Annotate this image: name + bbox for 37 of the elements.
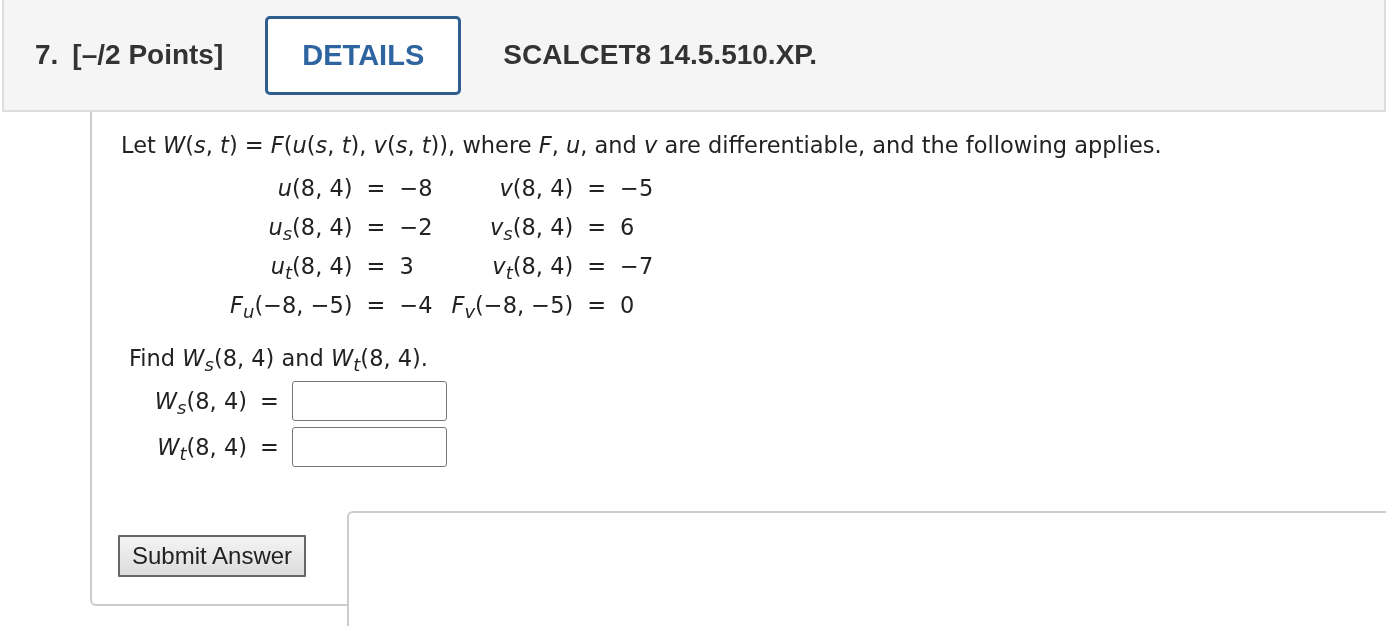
equation-value: −7 (620, 252, 655, 281)
question-text: Find W$_{s}$(8, 4) and W$_{t}$(8, 4). (129, 345, 429, 371)
problem-id: SCALCET8 14.5.510.XP. (503, 39, 818, 71)
equation-lhs: u(8, 4) (276, 174, 353, 203)
equals-sign: = (259, 434, 280, 460)
answer-field[interactable] (292, 381, 447, 421)
details-button[interactable]: DETAILS (265, 15, 462, 95)
equation-value: 3 (399, 252, 415, 281)
equation-value: 0 (620, 291, 636, 320)
problem-statement: Let W(s, t) = F(u(s, t), v(s, t)), where F, u, and v are differentiable, and the following applies. (121, 132, 1163, 158)
question-number: 7. (35, 39, 59, 71)
answer-field[interactable] (292, 427, 447, 467)
equation-lhs: v$_{s}$(8, 4) (489, 213, 574, 245)
equation-lhs: u$_{t}$(8, 4) (269, 252, 353, 284)
equals-sign: = (259, 388, 280, 414)
equals-sign: = (365, 213, 387, 242)
equation-lhs: v$_{t}$(8, 4) (491, 252, 574, 284)
equation-value: 6 (620, 213, 636, 242)
submit-answer-button[interactable]: Submit Answer (118, 535, 307, 577)
equation-value: −8 (399, 174, 434, 203)
equation-value: −5 (620, 174, 655, 203)
points-label: [–/2 Points] (72, 39, 224, 71)
equation-lhs: u$_{s}$(8, 4) (267, 213, 353, 245)
equals-sign: = (586, 291, 608, 320)
equals-sign: = (586, 252, 608, 281)
equation-lhs: F$_{v}$(−8, −5) (451, 291, 574, 323)
equals-sign: = (586, 213, 608, 242)
equation-lhs: F$_{u}$(−8, −5) (230, 291, 353, 323)
equation-value: −4 (399, 291, 434, 320)
answer-label: W$_{t}$(8, 4) (156, 434, 247, 460)
equals-sign: = (586, 174, 608, 203)
equals-sign: = (365, 174, 387, 203)
equation-value: −2 (399, 213, 434, 242)
equals-sign: = (365, 252, 387, 281)
answer-label: W$_{s}$(8, 4) (153, 388, 247, 414)
equals-sign: = (365, 291, 387, 320)
equation-lhs: v(8, 4) (498, 174, 574, 203)
